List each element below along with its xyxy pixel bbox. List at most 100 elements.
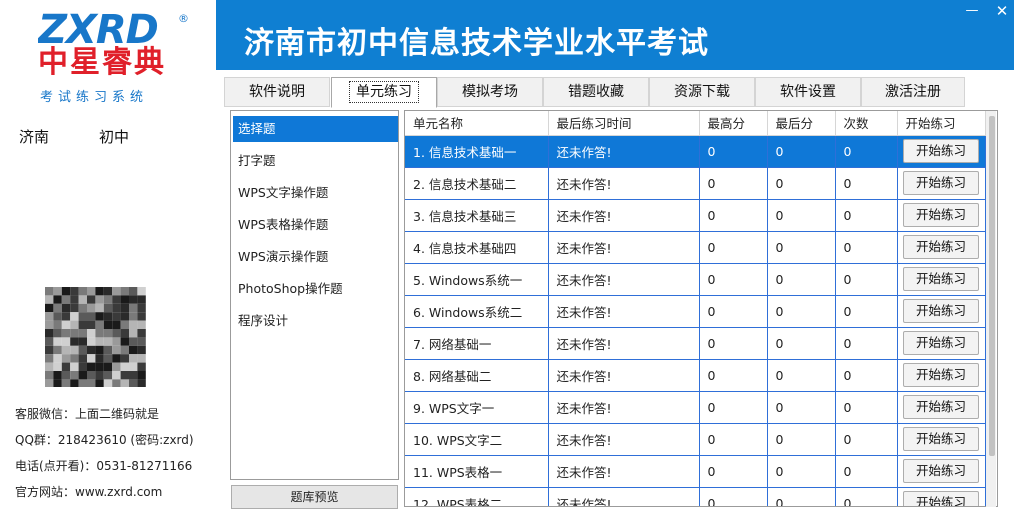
cell-last-score: 0 xyxy=(767,135,836,168)
cell-last-time: 还未作答! xyxy=(548,455,700,488)
column-header-last-time[interactable]: 最后练习时间 xyxy=(548,111,700,136)
cell-last-score: 0 xyxy=(767,199,836,232)
table-header-row: 单元名称 最后练习时间 最高分 最后分 次数 开始练习 xyxy=(405,111,986,136)
cell-unit-name: 12. WPS表格二 xyxy=(405,487,549,506)
tab-software-guide[interactable]: 软件说明 xyxy=(224,77,330,107)
cell-last-score: 0 xyxy=(767,295,836,328)
tab-activation[interactable]: 激活注册 xyxy=(861,77,965,107)
cell-unit-name: 7. 网络基础一 xyxy=(405,327,549,360)
cell-last-time: 还未作答! xyxy=(548,199,700,232)
category-wps-spreadsheet[interactable]: WPS表格操作题 xyxy=(233,212,398,238)
cell-best-score: 0 xyxy=(699,231,768,264)
start-practice-button[interactable]: 开始练习 xyxy=(903,171,979,195)
cell-unit-name: 11. WPS表格一 xyxy=(405,455,549,488)
table-row[interactable]: 6. Windows系统二 还未作答! 0 0 0 开始练习 xyxy=(405,295,986,328)
tab-wrong-questions[interactable]: 错题收藏 xyxy=(543,77,649,107)
category-typing[interactable]: 打字题 xyxy=(233,148,398,174)
cell-last-time: 还未作答! xyxy=(548,167,700,200)
cell-count: 0 xyxy=(835,295,898,328)
column-header-count[interactable]: 次数 xyxy=(835,111,898,136)
cell-best-score: 0 xyxy=(699,423,768,456)
cell-unit-name: 5. Windows系统一 xyxy=(405,263,549,296)
table-row[interactable]: 12. WPS表格二 还未作答! 0 0 0 开始练习 xyxy=(405,487,986,506)
cell-count: 0 xyxy=(835,135,898,168)
category-wps-writer[interactable]: WPS文字操作题 xyxy=(233,180,398,206)
cell-count: 0 xyxy=(835,327,898,360)
table-row[interactable]: 3. 信息技术基础三 还未作答! 0 0 0 开始练习 xyxy=(405,199,986,232)
contact-website[interactable]: 官方网站：www.zxrd.com xyxy=(15,483,162,500)
app-title: 济南市初中信息技术学业水平考试 xyxy=(244,26,709,61)
start-practice-button[interactable]: 开始练习 xyxy=(903,395,979,419)
cell-start-practice: 开始练习 xyxy=(897,135,986,168)
column-header-start[interactable]: 开始练习 xyxy=(897,111,986,136)
table-row[interactable]: 1. 信息技术基础一 还未作答! 0 0 0 开始练习 xyxy=(405,135,986,168)
tab-label: 单元练习 xyxy=(349,81,419,103)
table-row[interactable]: 4. 信息技术基础四 还未作答! 0 0 0 开始练习 xyxy=(405,231,986,264)
table-row[interactable]: 8. 网络基础二 还未作答! 0 0 0 开始练习 xyxy=(405,359,986,392)
table-row[interactable]: 10. WPS文字二 还未作答! 0 0 0 开始练习 xyxy=(405,423,986,456)
logo: ZXRD ® 中星睿典 考试练习系统 xyxy=(0,0,216,106)
cell-best-score: 0 xyxy=(699,327,768,360)
cell-count: 0 xyxy=(835,263,898,296)
cell-last-time: 还未作答! xyxy=(548,391,700,424)
column-header-last-score[interactable]: 最后分 xyxy=(767,111,836,136)
cell-start-practice: 开始练习 xyxy=(897,295,986,328)
start-practice-button[interactable]: 开始练习 xyxy=(903,459,979,483)
cell-last-score: 0 xyxy=(767,423,836,456)
tab-label: 软件设置 xyxy=(780,84,836,100)
minimize-button[interactable]: — xyxy=(965,4,979,18)
cell-last-time: 还未作答! xyxy=(548,231,700,264)
cell-start-practice: 开始练习 xyxy=(897,263,986,296)
cell-best-score: 0 xyxy=(699,391,768,424)
category-wps-presentation[interactable]: WPS演示操作题 xyxy=(233,244,398,270)
tab-unit-practice[interactable]: 单元练习 xyxy=(331,77,437,108)
contact-qq-group: QQ群：218423610 (密码:zxrd) xyxy=(15,433,194,447)
cell-best-score: 0 xyxy=(699,199,768,232)
category-programming[interactable]: 程序设计 xyxy=(233,308,398,334)
cell-unit-name: 4. 信息技术基础四 xyxy=(405,231,549,264)
table-row[interactable]: 2. 信息技术基础二 还未作答! 0 0 0 开始练习 xyxy=(405,167,986,200)
question-bank-preview-button[interactable]: 题库预览 xyxy=(231,485,398,509)
start-practice-button[interactable]: 开始练习 xyxy=(903,427,979,451)
tab-label: 激活注册 xyxy=(885,84,941,100)
unit-table-panel: 单元名称 最后练习时间 最高分 最后分 次数 开始练习 1. 信息技术基础一 还未… xyxy=(404,110,998,507)
start-practice-button[interactable]: 开始练习 xyxy=(903,203,979,227)
tab-label: 软件说明 xyxy=(249,84,305,100)
cell-start-practice: 开始练习 xyxy=(897,231,986,264)
start-practice-button[interactable]: 开始练习 xyxy=(903,363,979,387)
cell-start-practice: 开始练习 xyxy=(897,391,986,424)
cell-best-score: 0 xyxy=(699,455,768,488)
cell-start-practice: 开始练习 xyxy=(897,487,986,506)
svg-text:®: ® xyxy=(178,12,188,25)
cell-last-score: 0 xyxy=(767,487,836,506)
cell-unit-name: 3. 信息技术基础三 xyxy=(405,199,549,232)
table-row[interactable]: 7. 网络基础一 还未作答! 0 0 0 开始练习 xyxy=(405,327,986,360)
category-choice[interactable]: 选择题 xyxy=(233,116,398,142)
tab-resource-download[interactable]: 资源下载 xyxy=(649,77,755,107)
cell-last-score: 0 xyxy=(767,455,836,488)
table-row[interactable]: 9. WPS文字一 还未作答! 0 0 0 开始练习 xyxy=(405,391,986,424)
contact-phone[interactable]: 电话(点开看)：0531-81271166 xyxy=(15,457,192,474)
column-header-unit-name[interactable]: 单元名称 xyxy=(405,111,549,136)
cell-start-practice: 开始练习 xyxy=(897,167,986,200)
start-practice-button[interactable]: 开始练习 xyxy=(903,267,979,291)
tab-software-settings[interactable]: 软件设置 xyxy=(755,77,861,107)
start-practice-button[interactable]: 开始练习 xyxy=(903,299,979,323)
start-practice-button[interactable]: 开始练习 xyxy=(903,139,979,163)
contact-wechat: 客服微信：上面二维码就是 xyxy=(15,407,160,421)
table-row[interactable]: 5. Windows系统一 还未作答! 0 0 0 开始练习 xyxy=(405,263,986,296)
cell-start-practice: 开始练习 xyxy=(897,359,986,392)
table-scrollbar-thumb[interactable] xyxy=(989,116,995,456)
tab-mock-exam[interactable]: 模拟考场 xyxy=(437,77,543,107)
cell-last-time: 还未作答! xyxy=(548,263,700,296)
start-practice-button[interactable]: 开始练习 xyxy=(903,491,979,506)
category-photoshop[interactable]: PhotoShop操作题 xyxy=(233,276,398,302)
column-header-best-score[interactable]: 最高分 xyxy=(699,111,768,136)
cell-last-score: 0 xyxy=(767,231,836,264)
start-practice-button[interactable]: 开始练习 xyxy=(903,331,979,355)
cell-best-score: 0 xyxy=(699,167,768,200)
cell-start-practice: 开始练习 xyxy=(897,423,986,456)
start-practice-button[interactable]: 开始练习 xyxy=(903,235,979,259)
table-row[interactable]: 11. WPS表格一 还未作答! 0 0 0 开始练习 xyxy=(405,455,986,488)
close-button[interactable]: ✕ xyxy=(995,4,1009,19)
